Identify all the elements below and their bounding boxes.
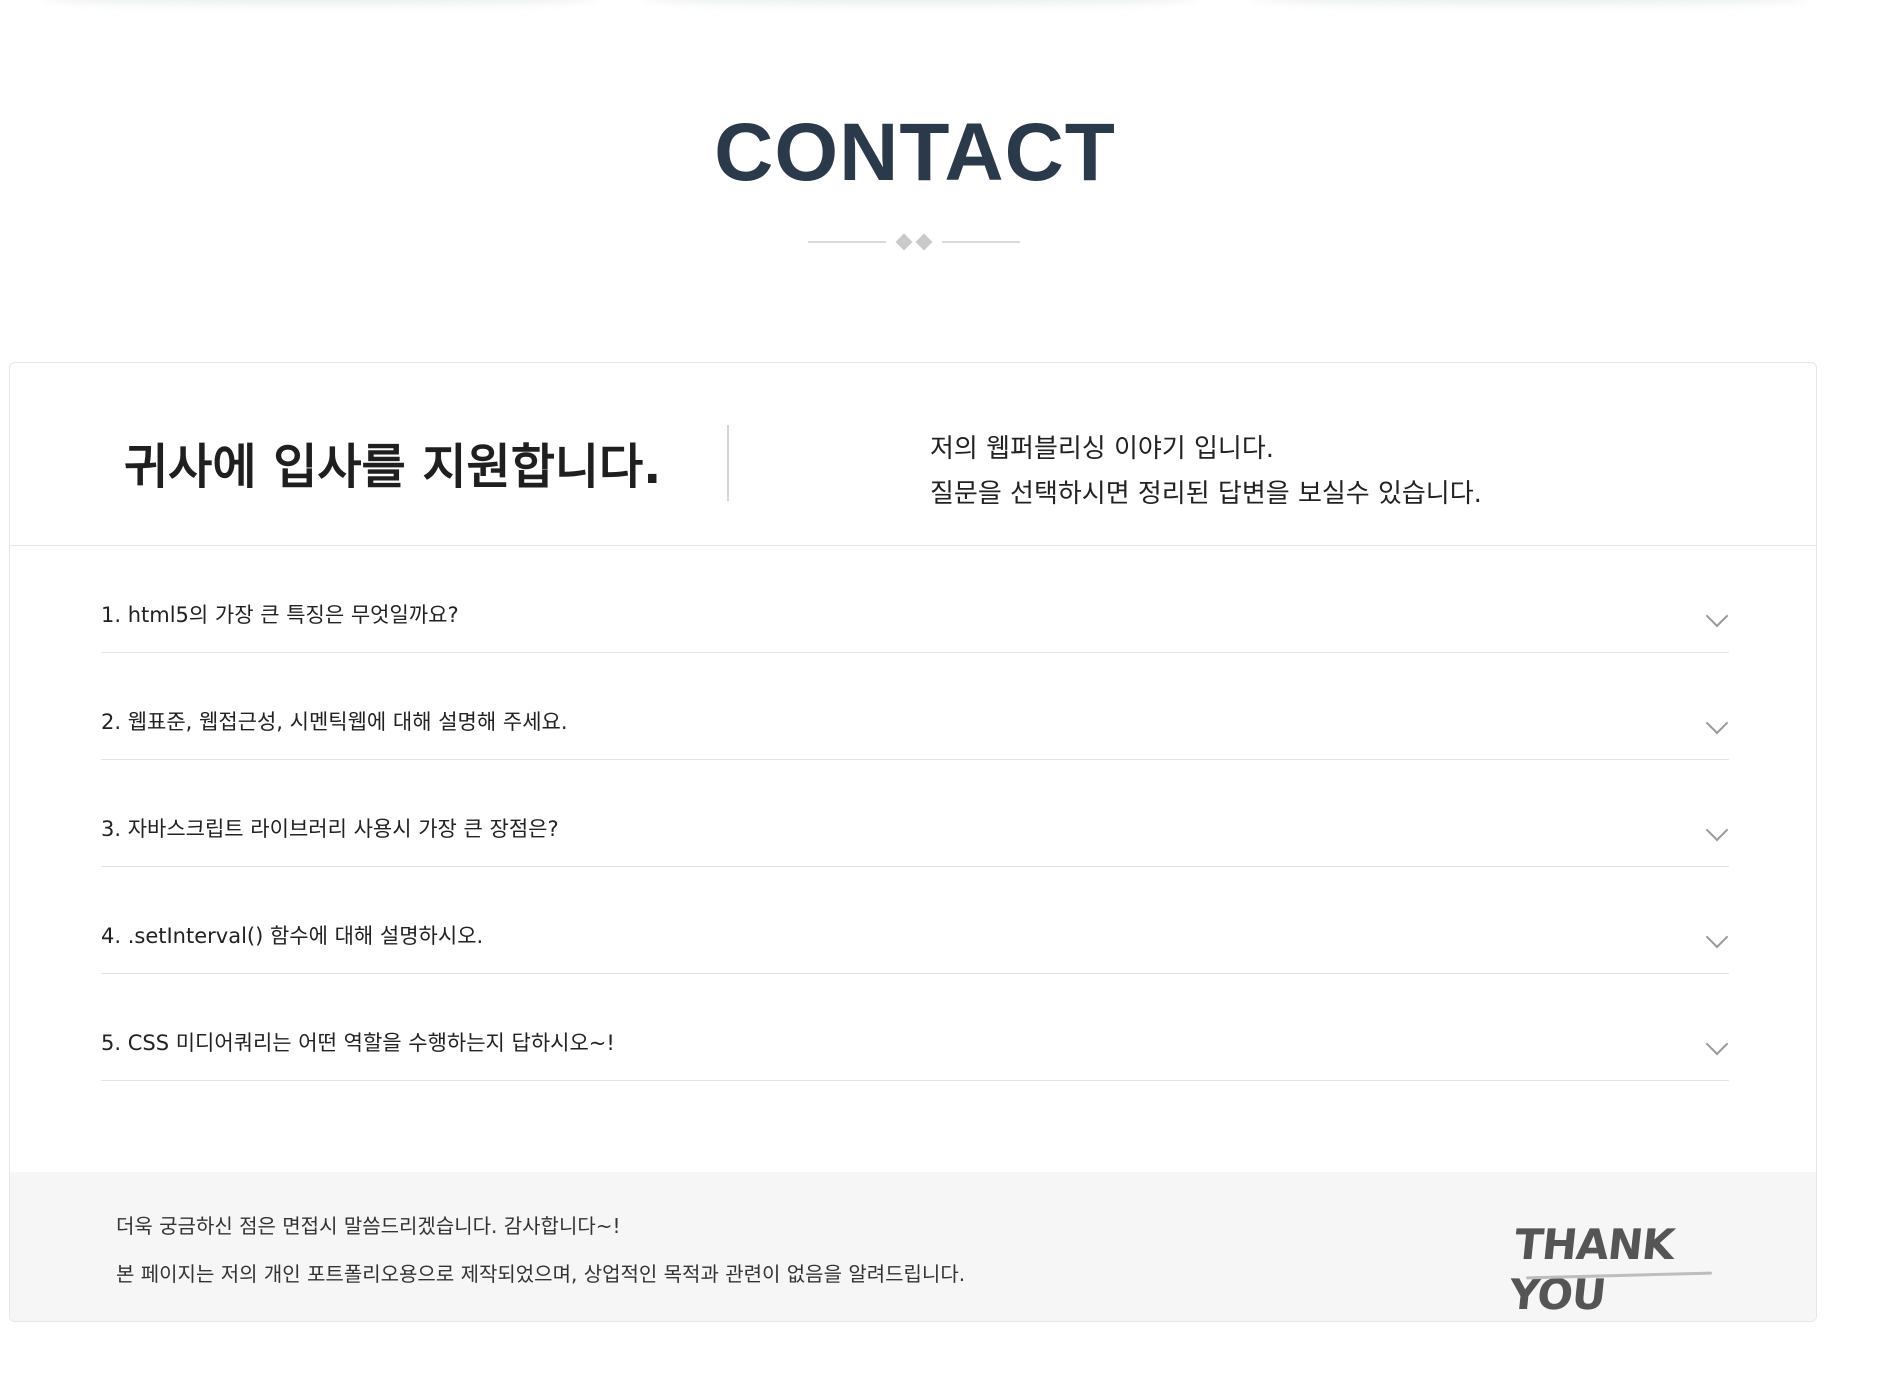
faq-question: 2. 웹표준, 웹접근성, 시멘틱웹에 대해 설명해 주세요.: [101, 710, 568, 734]
intro-line: 저의 웹퍼블리싱 이야기 입니다.: [930, 434, 1275, 464]
faq-question: 3. 자바스크립트 라이브러리 사용시 가장 큰 장점은?: [101, 817, 559, 841]
intro-line: 질문을 선택하시면 정리된 답변을 보실수 있습니다.: [930, 479, 1482, 509]
thank-you-text: THANK YOU: [1506, 1220, 1677, 1319]
chevron-down-icon[interactable]: [1705, 604, 1729, 628]
section-title: CONTACT: [714, 107, 1116, 198]
footer-thanks-text: 더욱 궁금하신 점은 면접시 말씀드리겠습니다. 감사합니다~!: [116, 1214, 621, 1238]
card-headline: 귀사에 입사를 지원합니다.: [124, 439, 662, 495]
faq-question: 5. CSS 미디어쿼리는 어떤 역할을 수행하는지 답하시오~!: [101, 1031, 615, 1055]
intro-text: 저의 웹퍼블리싱 이야기 입니다. 질문을 선택하시면 정리된 답변을 보실수 …: [930, 427, 1482, 517]
footer-disclaimer-text: 본 페이지는 저의 개인 포트폴리오용으로 제작되었으며, 상업적인 목적과 관…: [116, 1262, 966, 1286]
card-header: 귀사에 입사를 지원합니다. 저의 웹퍼블리싱 이야기 입니다. 질문을 선택하…: [10, 363, 1816, 546]
chevron-down-icon[interactable]: [1705, 925, 1729, 949]
faq-item[interactable]: 3. 자바스크립트 라이브러리 사용시 가장 큰 장점은?: [101, 760, 1729, 867]
contact-card: 귀사에 입사를 지원합니다. 저의 웹퍼블리싱 이야기 입니다. 질문을 선택하…: [9, 362, 1817, 1322]
diamond-divider-icon: [808, 233, 1020, 251]
faq-item[interactable]: 1. html5의 가장 큰 특징은 무엇일까요?: [101, 546, 1729, 653]
header-divider: [727, 425, 729, 501]
faq-accordion: 1. html5의 가장 큰 특징은 무엇일까요? 2. 웹표준, 웹접근성, …: [101, 546, 1729, 1081]
chevron-down-icon[interactable]: [1705, 818, 1729, 842]
card-footer: 더욱 궁금하신 점은 면접시 말씀드리겠습니다. 감사합니다~! 본 페이지는 …: [10, 1172, 1816, 1321]
faq-item[interactable]: 2. 웹표준, 웹접근성, 시멘틱웹에 대해 설명해 주세요.: [101, 653, 1729, 760]
chevron-down-icon[interactable]: [1705, 1032, 1729, 1056]
faq-item[interactable]: 5. CSS 미디어쿼리는 어떤 역할을 수행하는지 답하시오~!: [101, 974, 1729, 1081]
thank-you-logo: THANK YOU: [1507, 1220, 1713, 1319]
chevron-down-icon[interactable]: [1705, 711, 1729, 735]
top-section-edge: [0, 0, 1886, 8]
faq-question: 1. html5의 가장 큰 특징은 무엇일까요?: [101, 603, 459, 627]
faq-item[interactable]: 4. .setInterval() 함수에 대해 설명하시오.: [101, 867, 1729, 974]
faq-question: 4. .setInterval() 함수에 대해 설명하시오.: [101, 924, 484, 948]
